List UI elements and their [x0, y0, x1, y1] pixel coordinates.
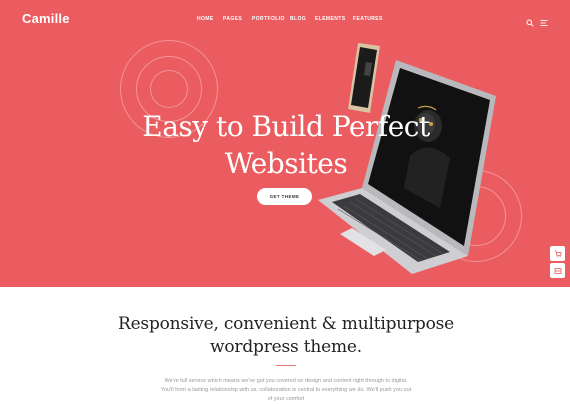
- get-theme-button[interactable]: GET THEME: [257, 188, 312, 205]
- decorative-ring: [150, 70, 188, 108]
- nav-item-home[interactable]: HOME: [197, 16, 214, 22]
- header-icons: [526, 14, 548, 27]
- hero-section: Camille HOME PAGES PORTFOLIO BLOG ELEMEN…: [0, 0, 570, 287]
- menu-icon[interactable]: [540, 14, 548, 26]
- hero-headline-line-2: Websites: [224, 147, 348, 180]
- intro-title-line-2: wordpress theme.: [210, 337, 362, 357]
- nav-item-features[interactable]: FEATURES: [353, 16, 383, 22]
- nav-item-portfolio[interactable]: PORTFOLIO: [252, 16, 285, 22]
- phone-illustration: [348, 43, 380, 113]
- intro-title-line-1: Responsive, convenient & multipurpose: [117, 314, 455, 334]
- hero-headline-line-1: Easy to Build Perfect: [142, 110, 430, 143]
- cart-icon: [554, 250, 562, 257]
- search-icon[interactable]: [526, 14, 534, 27]
- nav-item-elements[interactable]: ELEMENTS: [315, 16, 345, 22]
- layout-icon: [554, 267, 561, 274]
- nav-item-blog[interactable]: BLOG: [290, 16, 306, 22]
- side-cart-button[interactable]: [550, 246, 565, 261]
- intro-title: Responsive, convenient & multipurpose wo…: [0, 313, 570, 359]
- nav-item-pages[interactable]: PAGES: [223, 16, 242, 22]
- side-layout-button[interactable]: [550, 263, 565, 278]
- main-nav: HOME PAGES PORTFOLIO BLOG ELEMENTS FEATU…: [0, 16, 570, 24]
- hero-headline: Easy to Build Perfect Websites: [0, 108, 570, 182]
- intro-divider: [276, 365, 296, 366]
